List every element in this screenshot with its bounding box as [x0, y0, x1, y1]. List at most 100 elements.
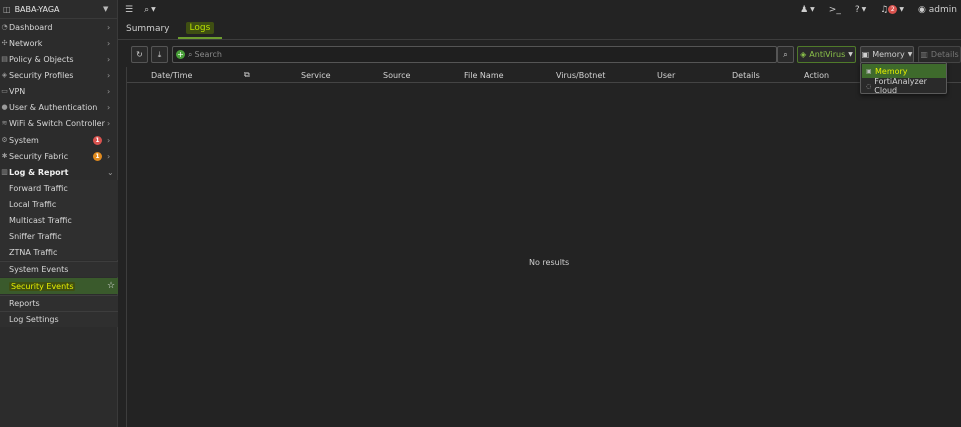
log-source-dropdown[interactable]: ▣ Memory ▼ [860, 46, 914, 63]
log-table: Date/Time ⧉ Service Source File Name Vir… [126, 67, 961, 427]
caret-down-icon: ▼ [907, 51, 913, 58]
column-header-action[interactable]: Action [804, 67, 829, 83]
shield-icon: ◈ [800, 50, 807, 59]
tab-summary[interactable]: Summary [118, 19, 178, 39]
log-source-label: Memory [872, 50, 905, 59]
network-icon: ✣ [1, 39, 8, 47]
download-icon: ⤓ [157, 49, 162, 59]
sidebar-item-vpn[interactable]: ▭ VPN › [0, 83, 118, 99]
column-header-file-name[interactable]: File Name [464, 67, 504, 83]
dashboard-icon: ◔ [1, 23, 8, 31]
column-header-service[interactable]: Service [301, 67, 331, 83]
sidebar-subitem-log-settings[interactable]: Log Settings [0, 311, 118, 327]
sidebar-item-label: Reports [9, 299, 40, 308]
sidebar-item-label: VPN [9, 86, 26, 96]
cli-console-icon[interactable]: >_ [829, 5, 841, 15]
sidebar-item-user-authentication[interactable]: ● User & Authentication › [0, 99, 118, 115]
caret-down-icon: ▼ [810, 6, 815, 13]
details-label: Details [930, 50, 959, 59]
device-header[interactable]: ◫ BABA-YAGA ▼ [0, 0, 117, 19]
attachment-icon[interactable]: ⧉ [244, 67, 250, 83]
tab-label: Summary [126, 24, 170, 34]
user-icon: ● [1, 103, 8, 111]
notifications-button[interactable]: ♫ 2 ▼ [880, 5, 904, 15]
sidebar-item-policy-objects[interactable]: ▤ Policy & Objects › [0, 51, 118, 67]
database-icon: ▣ [866, 67, 872, 75]
log-type-label: AntiVirus [809, 50, 846, 59]
help-icon[interactable]: ? ▼ [855, 5, 866, 15]
bell-icon: ♫ [880, 4, 889, 15]
fabric-topology-icon[interactable]: ♟ ▼ [800, 5, 815, 15]
menu-item-label: FortiAnalyzer Cloud [874, 77, 927, 95]
device-name: BABA-YAGA [14, 4, 60, 14]
sidebar-item-security-profiles[interactable]: ◈ Security Profiles › [0, 67, 118, 83]
tab-logs[interactable]: Logs [177, 19, 223, 39]
chevron-right-icon: › [107, 86, 111, 96]
wifi-icon: ≋ [1, 119, 8, 127]
monitor-icon: ▭ [1, 87, 8, 95]
sidebar-item-dashboard[interactable]: ◔ Dashboard › [0, 19, 118, 35]
sidebar-item-label: Policy & Objects [9, 54, 74, 64]
log-toolbar: ↻ ⤓ + ⌕ ⌕ ◈ AntiVirus ▼ ▣ Memory ▼ ▥ Det… [118, 46, 961, 64]
sidebar-item-label: Log Settings [9, 315, 59, 324]
sidebar-item-log-report[interactable]: ▥ Log & Report ⌄ [0, 164, 118, 180]
search-input[interactable] [194, 50, 776, 59]
search-icon[interactable]: ⌕ ▼ [144, 5, 156, 15]
column-header-details[interactable]: Details [732, 67, 760, 83]
download-button[interactable]: ⤓ [151, 46, 168, 63]
sidebar-subitem-ztna-traffic[interactable]: ZTNA Traffic [0, 244, 118, 260]
chevron-right-icon: › [107, 151, 111, 161]
top-bar: ☰ ⌕ ▼ ♟ ▼ >_ ? ▼ ♫ 2 ▼ ◉ admin [118, 0, 961, 19]
user-menu[interactable]: ◉ admin [918, 5, 957, 15]
sidebar-item-label: Security Profiles [9, 70, 74, 80]
hamburger-menu-icon[interactable]: ☰ [125, 5, 133, 15]
sidebar-item-label: Sniffer Traffic [9, 231, 62, 241]
menu-item-memory[interactable]: ▣ Memory [862, 64, 946, 78]
column-header-datetime[interactable]: Date/Time [151, 67, 192, 83]
sidebar-subitem-local-traffic[interactable]: Local Traffic [0, 196, 118, 212]
chart-icon: ▥ [1, 168, 8, 176]
sidebar-item-system[interactable]: ⚙ System 1 › [0, 132, 118, 148]
sidebar-item-label: System Events [9, 265, 69, 274]
sidebar-item-label: Network [9, 38, 43, 48]
sidebar-item-label: Local Traffic [9, 199, 57, 209]
details-toggle-button[interactable]: ▥ Details [918, 46, 961, 63]
refresh-button[interactable]: ↻ [131, 46, 148, 63]
star-icon[interactable]: ☆ [107, 281, 118, 291]
user-avatar-icon: ◉ [917, 4, 926, 15]
sidebar-subitem-multicast-traffic[interactable]: Multicast Traffic [0, 212, 118, 228]
cloud-icon: ◌ [866, 82, 872, 90]
tab-bar: Summary Logs [118, 19, 961, 40]
sidebar-subitem-security-events[interactable]: Security Events ☆ [0, 278, 118, 294]
user-name: admin [928, 4, 957, 15]
notification-count: 2 [888, 5, 898, 14]
search-submit-button[interactable]: ⌕ [777, 46, 794, 63]
chevron-down-icon[interactable]: ▼ [103, 5, 117, 13]
menu-item-fortianalyzer-cloud[interactable]: ◌ FortiAnalyzer Cloud [862, 77, 946, 95]
chevron-right-icon: › [107, 22, 111, 32]
sidebar-item-wifi-switch[interactable]: ≋ WiFi & Switch Controller › [0, 115, 118, 131]
log-type-dropdown[interactable]: ◈ AntiVirus ▼ [797, 46, 856, 63]
add-filter-icon[interactable]: + [176, 50, 185, 59]
sidebar-subitem-sniffer-traffic[interactable]: Sniffer Traffic [0, 228, 118, 244]
caret-down-icon: ▼ [848, 51, 853, 58]
chevron-right-icon: › [107, 54, 111, 64]
tab-label: Logs [185, 22, 215, 34]
caret-down-icon: ▼ [861, 6, 867, 13]
chevron-right-icon: › [107, 102, 111, 112]
sidebar-subitem-system-events[interactable]: System Events [0, 261, 118, 277]
chevron-right-icon: › [107, 118, 111, 128]
column-header-virus-botnet[interactable]: Virus/Botnet [556, 67, 605, 83]
sidebar-subitem-reports[interactable]: Reports [0, 295, 118, 311]
column-header-user[interactable]: User [657, 67, 675, 83]
sidebar-item-network[interactable]: ✣ Network › [0, 35, 118, 51]
status-badge: 1 [93, 151, 102, 161]
sidebar-subitem-forward-traffic[interactable]: Forward Traffic [0, 180, 118, 196]
sidebar-item-security-fabric[interactable]: ✱ Security Fabric 1 › [0, 148, 118, 164]
table-header: Date/Time ⧉ Service Source File Name Vir… [127, 67, 961, 83]
fabric-icon: ✱ [1, 152, 8, 160]
sidebar-item-label: Dashboard [9, 22, 53, 32]
sidebar: ◫ BABA-YAGA ▼ ◔ Dashboard › ✣ Network › … [0, 0, 118, 427]
column-header-source[interactable]: Source [383, 67, 410, 83]
top-bar-right: ♟ ▼ >_ ? ▼ ♫ 2 ▼ ◉ admin [800, 0, 961, 19]
